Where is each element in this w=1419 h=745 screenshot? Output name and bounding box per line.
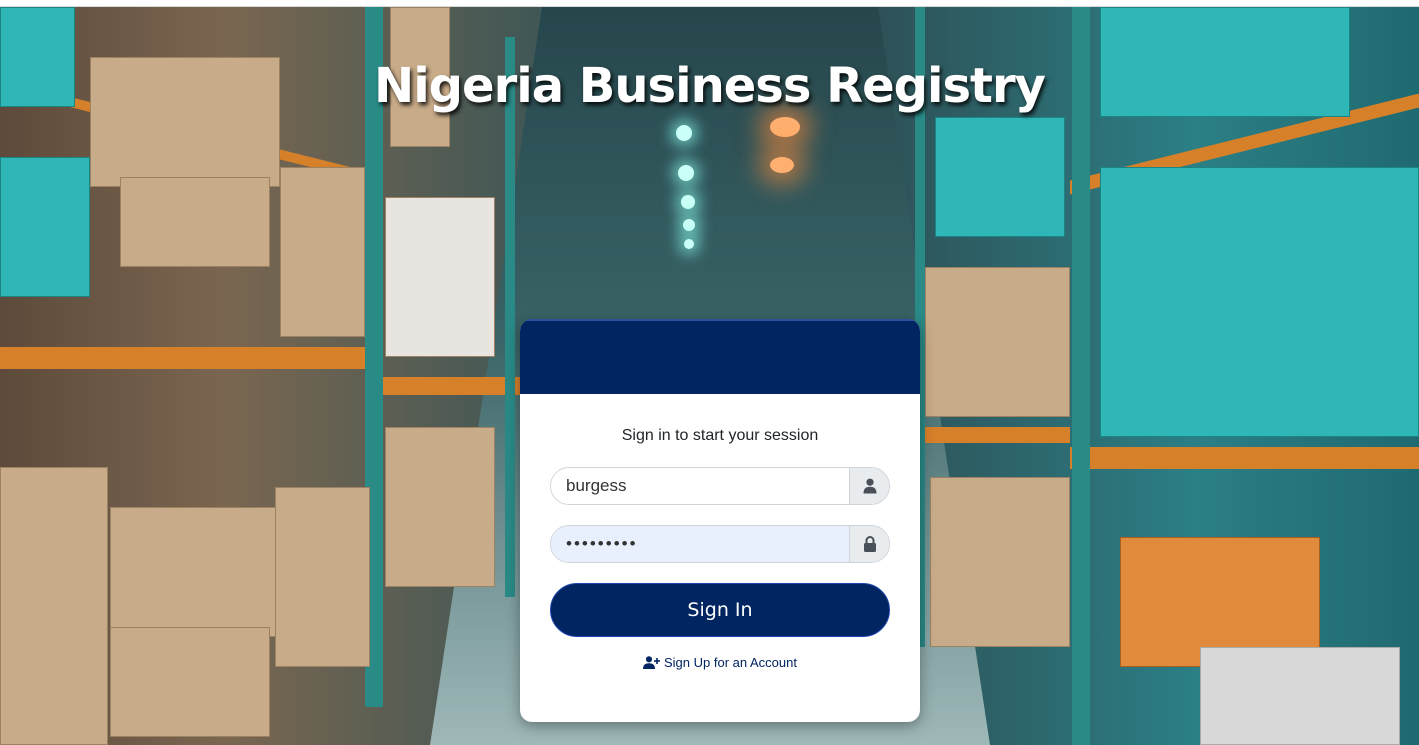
login-card: Sign in to start your session Sign In [520, 319, 920, 722]
shelf-beam [0, 347, 380, 369]
shelf-post [505, 37, 515, 597]
shelf-beam [920, 427, 1070, 443]
username-group [550, 467, 890, 505]
password-input[interactable] [551, 526, 849, 562]
login-card-body: Sign in to start your session Sign In [520, 427, 920, 670]
user-plus-icon [643, 656, 660, 669]
box [925, 267, 1070, 417]
ceiling-light [678, 165, 694, 181]
warm-light [770, 157, 794, 173]
box [1200, 647, 1400, 745]
lock-icon [849, 526, 889, 562]
box [280, 167, 365, 337]
warm-light [770, 117, 800, 137]
ceiling-light [681, 195, 695, 209]
box [935, 117, 1065, 237]
sign-up-link[interactable]: Sign Up for an Account [550, 655, 890, 670]
box [930, 477, 1070, 647]
box [120, 177, 270, 267]
login-message: Sign in to start your session [621, 427, 819, 444]
box [110, 627, 270, 737]
shelf-beam [1070, 447, 1419, 469]
browser-top-strip [0, 0, 1419, 7]
ceiling-light [684, 239, 694, 249]
box [110, 507, 280, 637]
box [275, 487, 370, 667]
box [0, 157, 90, 297]
user-icon [849, 468, 889, 504]
box [0, 467, 108, 745]
box [385, 197, 495, 357]
ceiling-light [676, 125, 692, 141]
ceiling-light [683, 219, 695, 231]
box [385, 427, 495, 587]
sign-in-button[interactable]: Sign In [550, 583, 890, 637]
shelf-beam [380, 377, 520, 395]
username-input[interactable] [551, 468, 849, 504]
login-card-header [520, 319, 920, 394]
sign-up-label: Sign Up for an Account [664, 655, 797, 670]
page-title: Nigeria Business Registry [374, 58, 1046, 114]
password-group [550, 525, 890, 563]
box [1100, 167, 1419, 437]
shelf-post [1072, 7, 1090, 745]
